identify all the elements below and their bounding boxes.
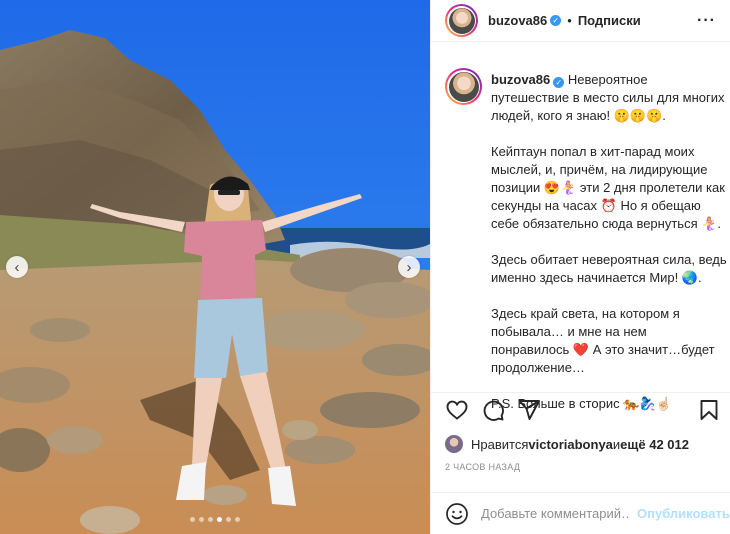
carousel-dot — [190, 517, 195, 522]
post-photo[interactable]: ‹ › — [0, 0, 430, 534]
caption-avatar[interactable] — [445, 68, 482, 105]
likes-middle: и — [612, 436, 621, 452]
following-button[interactable]: Подписки — [578, 13, 641, 28]
like-button[interactable] — [445, 398, 469, 422]
chevron-left-icon: ‹ — [14, 258, 20, 276]
post-sidebar: buzova86 ✓ • Подписки ··· buzova86 ✓ Неве… — [430, 0, 730, 534]
caption-paragraph: Кейптаун попал в хит-парад моих мыслей, … — [491, 144, 725, 231]
heart-icon — [446, 400, 468, 420]
carousel-dot — [208, 517, 213, 522]
carousel-dot — [226, 517, 231, 522]
liker-avatar[interactable] — [445, 435, 463, 453]
carousel-dot — [217, 517, 222, 522]
send-icon — [518, 400, 540, 420]
post-timestamp[interactable]: 2 часов назад — [445, 462, 520, 472]
more-options-icon[interactable]: ··· — [697, 12, 716, 30]
likes-summary[interactable]: Нравится victoriabonya и ещё 42 012 — [445, 432, 689, 456]
post-caption: buzova86 ✓ Невероятное путешествие в мест… — [445, 62, 727, 411]
liker-username[interactable]: victoriabonya — [528, 437, 613, 452]
carousel-dot — [235, 517, 240, 522]
emoji-button[interactable] — [445, 502, 469, 526]
chevron-right-icon: › — [406, 258, 412, 276]
publish-button[interactable]: Опубликовать — [637, 506, 730, 521]
comment-icon — [483, 400, 504, 421]
carousel-next-button[interactable]: › — [398, 256, 420, 278]
comment-button[interactable] — [481, 398, 505, 422]
header-username[interactable]: buzova86 — [488, 13, 547, 28]
smiley-icon — [446, 502, 468, 525]
bookmark-icon — [700, 400, 718, 420]
caption-paragraph: Здесь обитает невероятная сила, ведь име… — [491, 252, 727, 285]
verified-badge-icon: ✓ — [550, 15, 562, 26]
comment-bar: Опубликовать — [431, 492, 730, 534]
photo-image — [0, 0, 430, 534]
carousel-indicator — [0, 517, 430, 522]
avatar[interactable] — [445, 4, 478, 37]
save-button[interactable] — [697, 398, 721, 422]
caption-username[interactable]: buzova86 — [491, 72, 550, 87]
likes-prefix: Нравится — [471, 436, 529, 452]
verified-badge-icon: ✓ — [553, 77, 565, 88]
caption-paragraph: buzova86 ✓ Невероятное путешествие в мест… — [491, 71, 727, 125]
header-separator: • — [567, 13, 572, 28]
post-header: buzova86 ✓ • Подписки ··· — [431, 0, 730, 42]
carousel-prev-button[interactable]: ‹ — [6, 256, 28, 278]
caption-text: buzova86 ✓ Невероятное путешествие в мест… — [491, 71, 727, 431]
carousel-dot — [199, 517, 204, 522]
likes-count[interactable]: ещё 42 012 — [620, 437, 689, 452]
comment-input[interactable] — [481, 506, 631, 521]
action-bar — [431, 392, 730, 426]
caption-paragraph: Здесь край света, на котором я побывала…… — [491, 306, 715, 375]
share-button[interactable] — [517, 398, 541, 422]
